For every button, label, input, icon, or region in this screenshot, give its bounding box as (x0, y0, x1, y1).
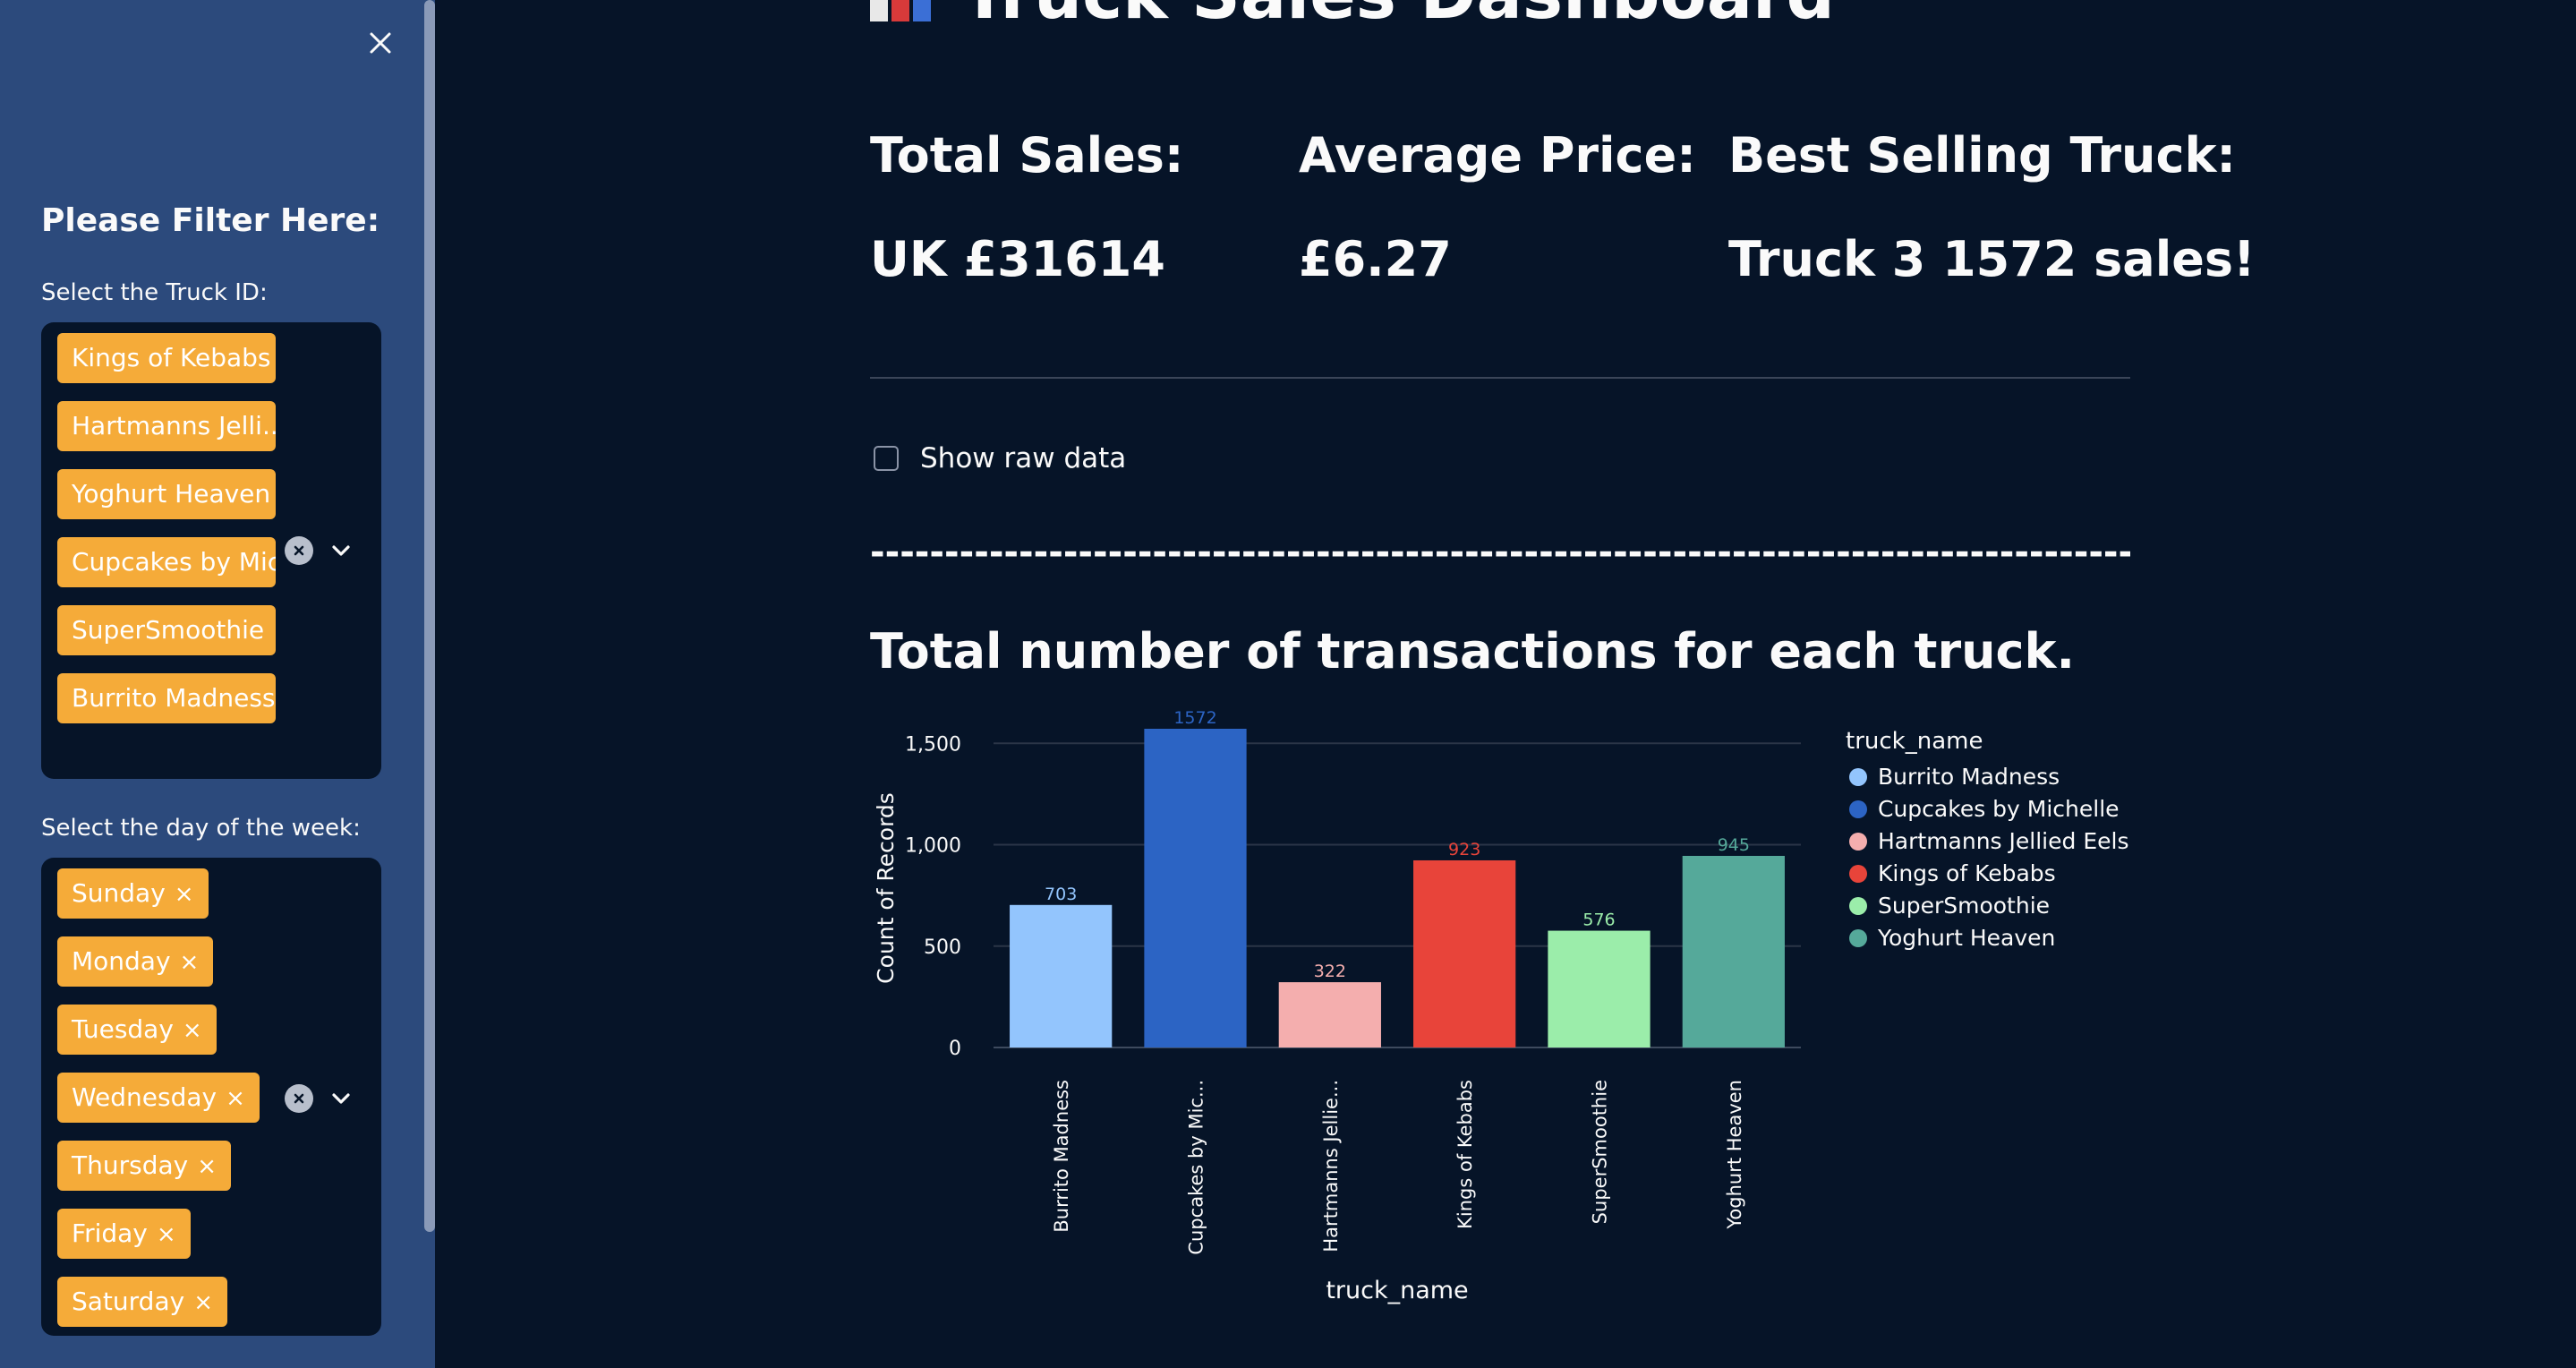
sidebar: Please Filter Here: Select the Truck ID:… (0, 0, 435, 1368)
y-tick-label: 500 (924, 936, 961, 959)
sidebar-scrollbar[interactable] (424, 0, 435, 1232)
bar-value-label: 703 (1045, 885, 1077, 904)
legend-title: truck_name (1846, 728, 1983, 755)
filter-heading: Please Filter Here: (41, 202, 380, 239)
y-tick-label: 1,500 (905, 733, 961, 756)
truck-chip[interactable]: Kings of Kebabs (57, 333, 276, 383)
day-multiselect[interactable]: Sunday × Monday × Tuesday × Wednesday × Thur… (41, 858, 381, 1336)
bar (1682, 855, 1785, 1047)
remove-chip-icon[interactable]: × (193, 1289, 213, 1316)
bar (1413, 859, 1516, 1047)
clear-days-button[interactable] (285, 1084, 313, 1113)
legend-marker (1849, 865, 1867, 883)
bar-value-label: 923 (1448, 840, 1480, 859)
bar-value-label: 576 (1582, 911, 1615, 930)
bar-value-label: 1572 (1173, 708, 1216, 728)
day-chip-label: Tuesday (72, 1014, 174, 1044)
bar (1010, 904, 1113, 1047)
close-icon (370, 32, 391, 54)
day-chip[interactable]: Saturday × (57, 1277, 227, 1327)
legend-entry: Hartmanns Jellied Eels (1878, 828, 2128, 854)
kpi-best-truck-label: Best Selling Truck: (1728, 127, 2236, 184)
bar (1548, 930, 1651, 1047)
legend-marker (1849, 897, 1867, 915)
truck-filter-label: Select the Truck ID: (41, 279, 268, 306)
x-tick-label: Hartmanns Jellie... (1320, 1080, 1342, 1253)
page-title: Truck Sales Dashboard (870, 0, 1835, 29)
kpi-average-price-value: £6.27 (1299, 231, 1452, 287)
day-chip[interactable]: Thursday × (57, 1141, 231, 1191)
remove-chip-icon[interactable]: × (157, 1221, 176, 1248)
x-tick-label: SuperSmoothie (1590, 1080, 1611, 1224)
transactions-bar-chart: 0 500 1,000 1,500 703 Burrito Madness 1572 Cupc… (873, 708, 2128, 1304)
day-chip-label: Saturday (72, 1287, 185, 1316)
dash-separator: ----------------------------------------… (870, 532, 2130, 573)
remove-chip-icon[interactable]: × (226, 1085, 245, 1112)
day-chip-label: Friday (72, 1218, 148, 1248)
legend-entry: Burrito Madness (1878, 764, 2060, 790)
day-chip[interactable]: Wednesday × (57, 1073, 260, 1123)
close-sidebar-button[interactable] (363, 25, 398, 61)
kpi-average-price-label: Average Price: (1299, 127, 1696, 184)
truck-chip[interactable]: SuperSmoothie (57, 605, 276, 655)
legend-marker (1849, 929, 1867, 947)
day-chip[interactable]: Tuesday × (57, 1005, 217, 1055)
x-tick-label: Burrito Madness (1051, 1080, 1072, 1233)
legend-entry: SuperSmoothie (1878, 893, 2050, 919)
x-tick-label: Yoghurt Heaven (1724, 1080, 1745, 1230)
day-chip[interactable]: Friday × (57, 1209, 191, 1259)
truck-chip[interactable]: Yoghurt Heaven (57, 469, 276, 519)
divider (870, 377, 2130, 379)
kpi-best-truck-value: Truck 3 1572 sales! (1728, 231, 2256, 287)
bar (1278, 982, 1381, 1047)
remove-chip-icon[interactable]: × (183, 1017, 202, 1044)
clear-icon (294, 1093, 304, 1104)
day-filter-label: Select the day of the week: (41, 815, 361, 842)
x-tick-label: Cupcakes by Mic... (1186, 1080, 1207, 1255)
truck-chip[interactable]: Cupcakes by Mic... (57, 537, 276, 587)
x-tick-label: Kings of Kebabs (1454, 1080, 1476, 1229)
legend-marker (1849, 768, 1867, 786)
bar-chart-emoji-icon (870, 0, 934, 21)
clear-icon (294, 545, 304, 556)
bar-value-label: 322 (1314, 962, 1346, 981)
x-axis-title: truck_name (1326, 1277, 1468, 1304)
page-title-text: Truck Sales Dashboard (961, 0, 1835, 29)
chevron-down-icon[interactable] (328, 1085, 354, 1112)
day-chip[interactable]: Monday × (57, 936, 214, 987)
truck-chip[interactable]: Hartmanns Jelli... (57, 401, 276, 451)
bar-value-label: 945 (1718, 835, 1750, 855)
chevron-down-icon[interactable] (328, 537, 354, 564)
truck-multiselect[interactable]: Kings of Kebabs Hartmanns Jelli... Yoghu… (41, 322, 381, 779)
show-raw-data-label[interactable]: Show raw data (920, 442, 1126, 475)
bar (1144, 729, 1247, 1047)
truck-chip[interactable]: Burrito Madness (57, 673, 276, 723)
legend-marker (1849, 800, 1867, 818)
kpi-total-sales-value: UK £31614 (870, 231, 1165, 287)
remove-chip-icon[interactable]: × (175, 881, 194, 908)
day-chip-label: Sunday (72, 878, 166, 908)
remove-chip-icon[interactable]: × (197, 1153, 217, 1180)
legend-entry: Yoghurt Heaven (1877, 925, 2055, 951)
y-axis-title: Count of Records (873, 792, 899, 984)
y-tick-label: 0 (949, 1038, 961, 1060)
kpi-total-sales-label: Total Sales: (870, 127, 1184, 184)
day-chip-label: Monday (72, 946, 171, 976)
clear-trucks-button[interactable] (285, 536, 313, 565)
y-tick-label: 1,000 (905, 835, 961, 858)
day-chip-label: Wednesday (72, 1082, 218, 1112)
chart-section-title: Total number of transactions for each tr… (870, 623, 2075, 680)
legend-entry: Cupcakes by Michelle (1878, 796, 2120, 822)
show-raw-data-checkbox[interactable] (874, 446, 899, 471)
legend-entry: Kings of Kebabs (1878, 860, 2056, 886)
legend-marker (1849, 833, 1867, 851)
day-chip[interactable]: Sunday × (57, 868, 209, 919)
day-chip-label: Thursday (72, 1150, 189, 1180)
remove-chip-icon[interactable]: × (180, 949, 200, 976)
